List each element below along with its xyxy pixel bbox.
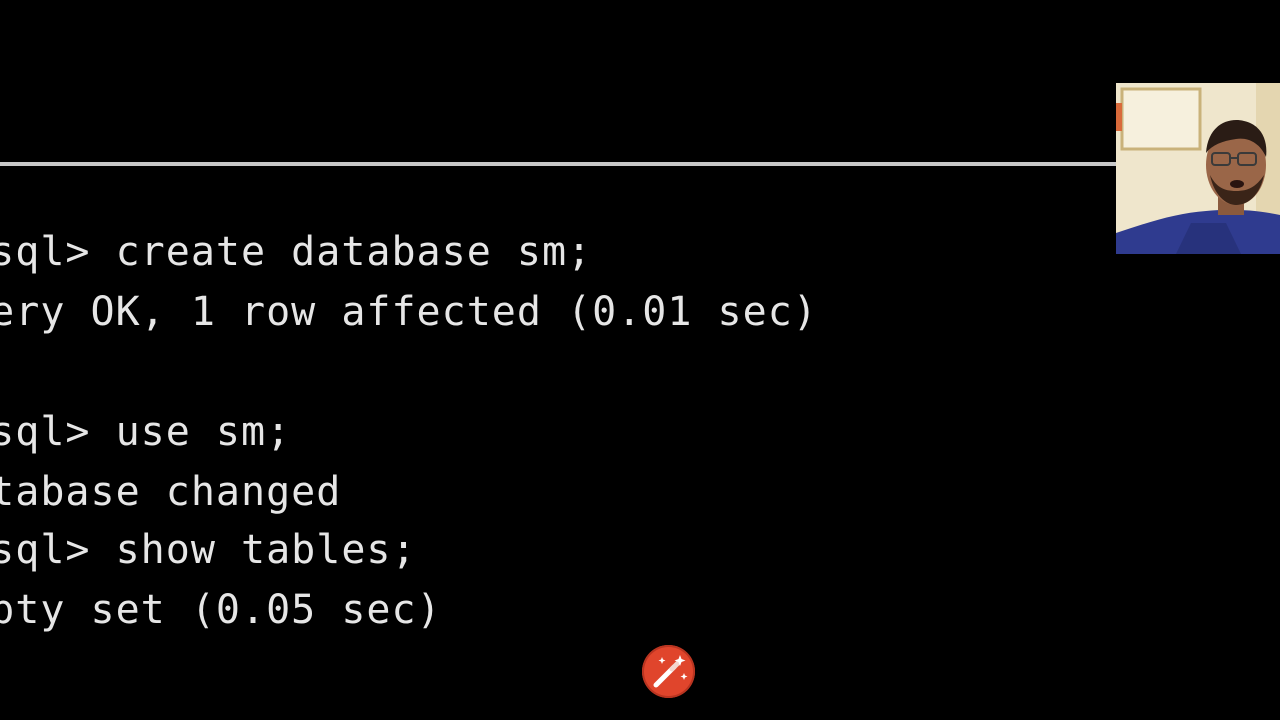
terminal-line: mysql> show tables;	[0, 527, 417, 573]
terminal-line: Query OK, 1 row affected (0.01 sec)	[0, 289, 818, 335]
magic-wand-icon	[653, 655, 688, 688]
terminal-line: Empty set (0.05 sec)	[0, 587, 442, 633]
terminal-line: mysql> create database sm;	[0, 229, 593, 275]
webcam-overlay	[1116, 83, 1280, 254]
terminal-line: Database changed	[0, 469, 342, 515]
magic-wand-button[interactable]	[642, 645, 695, 698]
terminal-output: mysql> create database sm; Query OK, 1 r…	[0, 224, 1280, 664]
terminal-window-border	[0, 162, 1116, 166]
terminal-line: mysql> use sm;	[0, 409, 292, 455]
screen-recording: mysql> create database sm; Query OK, 1 r…	[0, 0, 1280, 720]
presenter-image	[1116, 83, 1280, 254]
